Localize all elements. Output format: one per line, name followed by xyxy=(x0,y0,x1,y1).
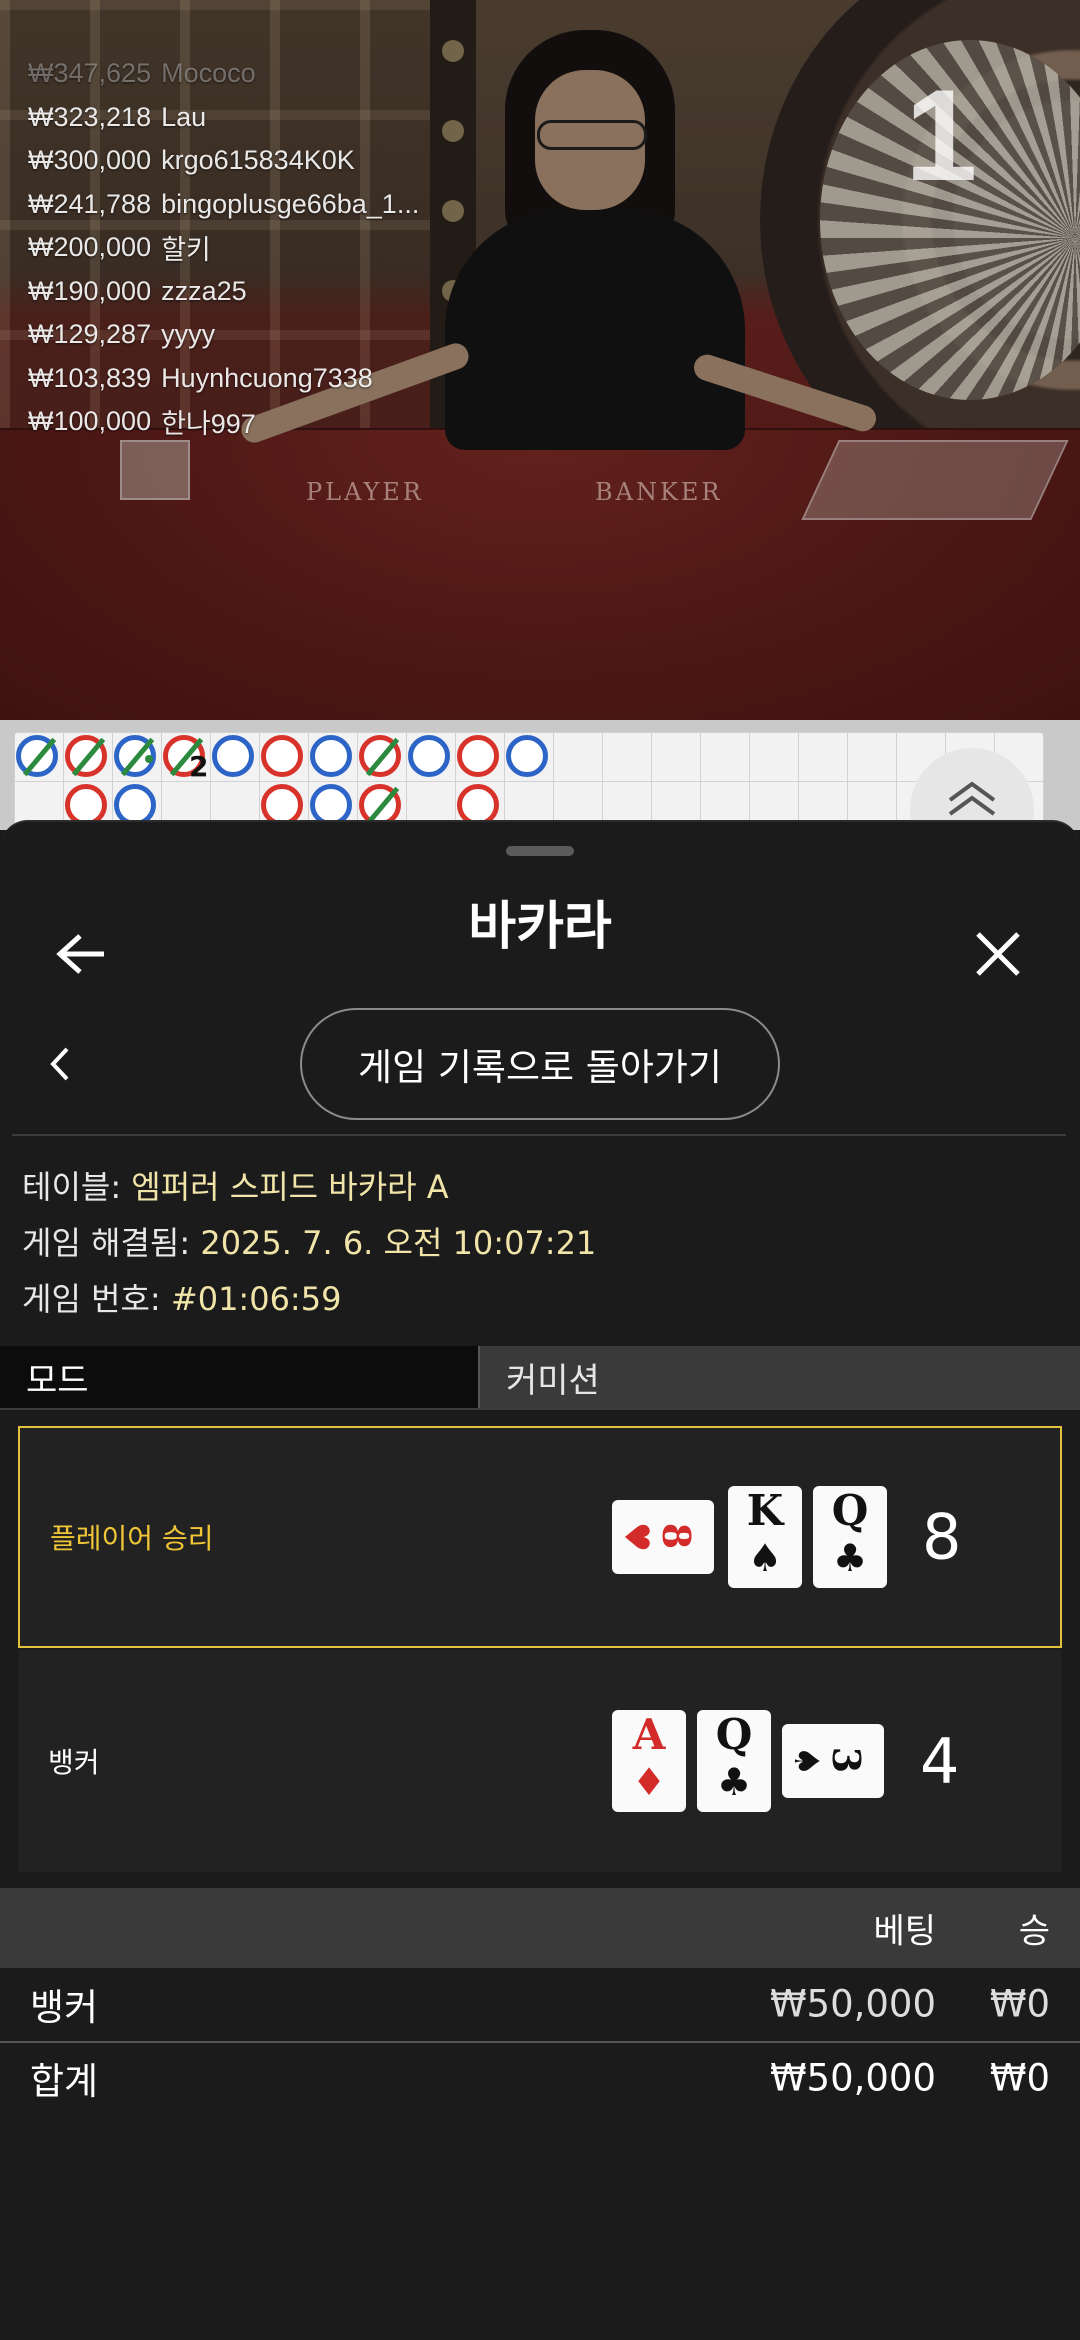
spade-suit-icon: ♠ xyxy=(786,1745,826,1777)
leaderboard-row: ₩129,287 yyyy xyxy=(28,319,216,350)
leaderboard-row: ₩103,839 Huynhcuong7338 xyxy=(28,362,373,393)
leaderboard-row: ₩347,625 Mococo xyxy=(28,58,256,89)
bets-table-header: 베팅 승 xyxy=(0,1888,1080,1968)
hand-score: 8 xyxy=(922,1500,962,1574)
column-bet: 베팅 xyxy=(873,1911,936,1952)
round-counter: 1 xyxy=(905,62,978,208)
hand-result-label: 플레이어 승리 xyxy=(50,1522,214,1555)
playing-card: A ♦ xyxy=(612,1710,686,1812)
playing-card: K ♠ xyxy=(728,1486,802,1588)
info-game-number: 게임 번호: #01:06:59 xyxy=(22,1280,342,1318)
leaderboard-row: ₩100,000 한나997 xyxy=(28,406,256,440)
bead-banker xyxy=(65,735,107,777)
detail-tabs: 모드 커미션 xyxy=(0,1346,1080,1408)
leaderboard-row: ₩200,000 할키 xyxy=(28,232,211,266)
leaderboard-row: ₩190,000 zzza25 xyxy=(28,275,247,306)
close-icon[interactable] xyxy=(958,914,1038,994)
bead-banker xyxy=(359,735,401,777)
bead-player xyxy=(408,735,450,777)
tab-commission[interactable]: 커미션 xyxy=(480,1346,1080,1408)
bead-tie-count: 2 xyxy=(189,750,209,783)
leaderboard-row: ₩300,000 krgo615834K0K xyxy=(28,145,355,176)
bead-player xyxy=(16,735,58,777)
info-table: 테이블: 엠퍼러 스피드 바카라 A xyxy=(22,1168,449,1206)
bead-player xyxy=(506,735,548,777)
bead-player xyxy=(212,735,254,777)
table-row: 뱅커 ₩50,000 ₩0 xyxy=(30,1982,1050,2030)
playing-card: 3 ♠ xyxy=(782,1724,884,1798)
player-hand: 플레이어 승리 8 ♥ K ♠ Q ♣ 8 xyxy=(18,1426,1062,1648)
bet-leaderboard: ₩347,625 Mococo ₩323,218 Lau ₩300,000 krgo6… xyxy=(28,52,419,444)
heart-suit-icon: ♥ xyxy=(616,1521,656,1553)
bead-player xyxy=(310,735,352,777)
banker-hand: 뱅커 A ♦ Q ♣ 3 ♠ 4 xyxy=(18,1650,1062,1872)
leaderboard-row: ₩323,218 Lau xyxy=(28,101,207,132)
bead-player xyxy=(114,735,156,777)
divider xyxy=(12,1134,1066,1136)
diamond-suit-icon: ♦ xyxy=(631,1760,667,1804)
playing-card: 8 ♥ xyxy=(612,1500,714,1574)
playing-card: Q ♣ xyxy=(697,1710,771,1812)
table-total-row: 합계 ₩50,000 ₩0 xyxy=(30,2056,1050,2104)
back-to-history-button[interactable]: 게임 기록으로 돌아가기 xyxy=(300,1008,780,1120)
hand-score: 4 xyxy=(920,1724,960,1798)
scoreboard-roadmap[interactable]: 2 xyxy=(0,720,1080,872)
playing-card: Q ♣ xyxy=(813,1486,887,1588)
hand-result-label: 뱅커 xyxy=(48,1746,100,1779)
info-resolved: 게임 해결됨: 2025. 7. 6. 오전 10:07:21 xyxy=(22,1224,597,1262)
page-title: 바카라 xyxy=(468,897,612,957)
sheet-drag-handle[interactable] xyxy=(506,846,574,856)
spade-suit-icon: ♠ xyxy=(747,1536,783,1580)
club-suit-icon: ♣ xyxy=(832,1536,868,1580)
chevron-left-icon[interactable] xyxy=(20,1024,100,1104)
game-detail-sheet: 바카라 게임 기록으로 돌아가기 테이블: 엠퍼러 스피드 바카라 A 게임 해… xyxy=(0,820,1080,2340)
club-suit-icon: ♣ xyxy=(716,1760,752,1804)
bead-banker xyxy=(261,735,303,777)
column-win: 승 xyxy=(1018,1911,1050,1952)
bead-banker xyxy=(457,735,499,777)
tab-mode[interactable]: 모드 xyxy=(0,1346,480,1408)
live-video-stream: PLAYER BANKER 1 ₩347,625 Mococo ₩323,218 L… xyxy=(0,0,1080,720)
leaderboard-row: ₩241,788 bingoplusge66ba_1... xyxy=(28,188,420,219)
